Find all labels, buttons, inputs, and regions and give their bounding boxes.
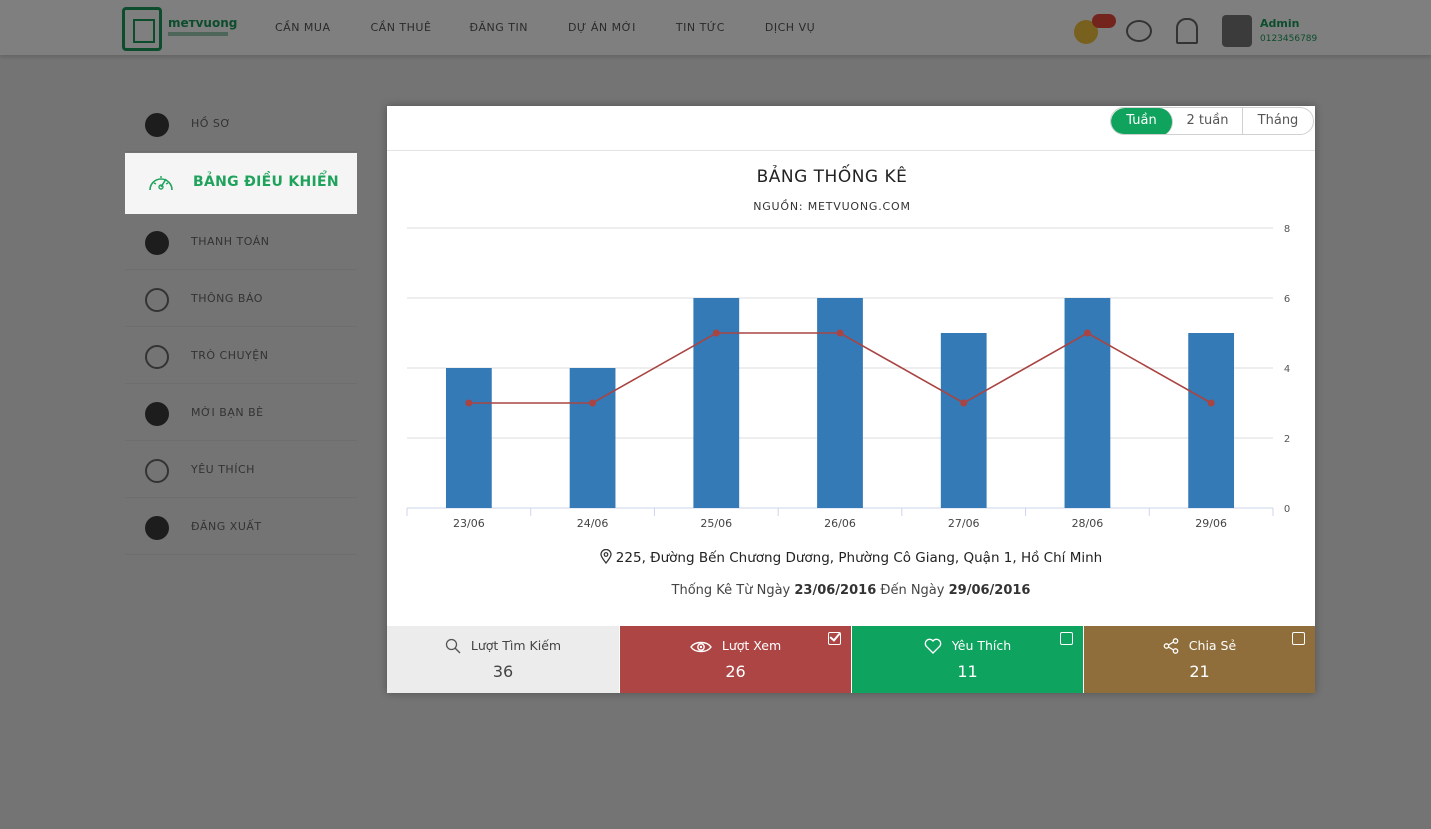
bar <box>569 368 616 508</box>
x-tick-label: 23/06 <box>453 517 485 530</box>
line-point <box>836 329 844 337</box>
stat-label: Chia Sẻ <box>1188 638 1237 653</box>
property-address: 225, Đường Bến Chương Dương, Phường Cô G… <box>387 548 1315 566</box>
stat-label: Lượt Tìm Kiếm <box>470 638 562 653</box>
stat-label: Yêu Thích <box>951 638 1012 653</box>
line-point <box>1207 399 1215 407</box>
x-tick-label: 26/06 <box>824 517 856 530</box>
line-point <box>589 399 597 407</box>
stat-views-checkbox[interactable] <box>828 632 841 645</box>
line-point <box>712 329 720 337</box>
line-point <box>1083 329 1091 337</box>
heart-icon <box>924 638 942 654</box>
share-icon <box>1163 638 1179 654</box>
address-text: 225, Đường Bến Chương Dương, Phường Cô G… <box>615 550 1103 566</box>
y-tick-label: 6 <box>1284 294 1290 305</box>
statistics-period: Thống Kê Từ Ngày 23/06/2016 Đến Ngày 29/… <box>387 583 1315 598</box>
statistics-chart: 0 2 4 6 8 23/06 24/06 25/06 26/06 27/06 28/06 29/06 <box>406 224 1290 530</box>
range-toggle: Tuần 2 tuần Tháng <box>1110 107 1314 135</box>
modal-header: Tuần 2 tuần Tháng <box>387 106 1315 151</box>
sidebar-item-bang-dieu-khien[interactable]: BẢNG ĐIỀU KHIỂN <box>125 153 357 214</box>
stat-shares[interactable]: Chia Sẻ 21 <box>1083 626 1315 693</box>
statistics-modal: Tuần 2 tuần Tháng BẢNG THỐNG KÊ NGUỒN: M… <box>387 106 1315 693</box>
chart-subtitle: NGUỒN: METVUONG.COM <box>753 200 911 213</box>
stat-views[interactable]: Lượt Xem 26 <box>619 626 851 693</box>
chart-title: BẢNG THỐNG KÊ <box>756 167 908 187</box>
stat-value: 26 <box>725 662 746 681</box>
y-tick-label: 2 <box>1284 434 1290 445</box>
line-point <box>465 399 473 407</box>
period-from: 23/06/2016 <box>794 583 877 598</box>
range-button-2-weeks[interactable]: 2 tuần <box>1173 108 1243 134</box>
range-button-month[interactable]: Tháng <box>1243 108 1313 134</box>
y-tick-label: 4 <box>1284 364 1290 375</box>
x-tick-label: 29/06 <box>1195 517 1227 530</box>
stat-value: 21 <box>1189 662 1210 681</box>
line-point <box>960 399 968 407</box>
period-mid: Đến Ngày <box>880 583 945 598</box>
y-tick-label: 0 <box>1284 504 1290 515</box>
y-tick-label: 8 <box>1284 224 1290 235</box>
bar <box>1188 333 1235 508</box>
bar <box>445 368 492 508</box>
stat-label: Lượt Xem <box>721 638 782 653</box>
eye-icon <box>690 641 712 653</box>
gauge-icon <box>149 176 173 191</box>
map-pin-icon <box>600 548 612 565</box>
stat-likes-checkbox[interactable] <box>1060 632 1073 645</box>
bar <box>940 333 987 508</box>
range-button-week[interactable]: Tuần <box>1111 108 1173 134</box>
stats-bar: Lượt Tìm Kiếm 36 Lượt Xem 26 Yêu Thích 1… <box>387 626 1315 693</box>
sidebar-item-label: BẢNG ĐIỀU KHIỂN <box>193 174 339 190</box>
x-tick-label: 24/06 <box>577 517 609 530</box>
stat-searches[interactable]: Lượt Tìm Kiếm 36 <box>387 626 619 693</box>
stat-value: 36 <box>492 662 514 681</box>
x-tick-label: 27/06 <box>948 517 980 530</box>
stat-likes[interactable]: Yêu Thích 11 <box>851 626 1083 693</box>
period-prefix: Thống Kê Từ Ngày <box>671 583 791 598</box>
x-tick-label: 25/06 <box>700 517 732 530</box>
x-tick-label: 28/06 <box>1072 517 1104 530</box>
stat-value: 11 <box>957 662 978 681</box>
period-to: 29/06/2016 <box>948 583 1031 598</box>
stat-shares-checkbox[interactable] <box>1292 632 1305 645</box>
search-icon <box>445 638 461 654</box>
